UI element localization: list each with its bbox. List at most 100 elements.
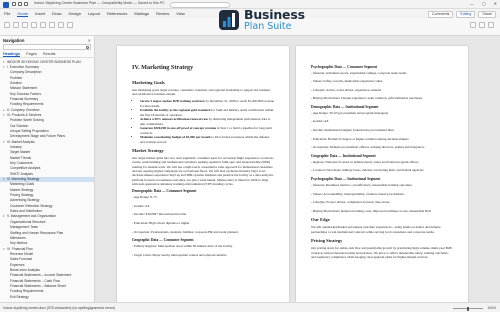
nav-heading-label: Market Trends bbox=[10, 155, 32, 160]
data-line: - Occupation: Defense procurement office… bbox=[311, 145, 425, 150]
autosave-icon[interactable] bbox=[12, 2, 16, 6]
comments-button[interactable]: Comments bbox=[428, 10, 454, 18]
font-color-icon[interactable] bbox=[40, 22, 46, 28]
nav-heading-label: Exit Strategy bbox=[10, 294, 29, 299]
tab-file[interactable]: File bbox=[4, 11, 10, 17]
inst-geographic-list: - Regions: National; focused on defense-… bbox=[311, 160, 453, 173]
section-heading: IV. Marketing Strategy bbox=[132, 64, 194, 71]
nav-heading-label: Unique Selling Proposition bbox=[10, 128, 49, 133]
data-line: - Location: Near major military bases, d… bbox=[311, 168, 424, 173]
nav-heading-label: INDOOR SKYDIVING CENTER BUSINESS PLAN bbox=[7, 59, 81, 64]
document-page-2[interactable]: Psychographic Data — Consumer Segment - … bbox=[296, 46, 468, 302]
edge-heading: Our Edge bbox=[311, 217, 330, 223]
pricing-text: Our pricing starts for stable cash flow … bbox=[311, 246, 452, 260]
align-icon[interactable] bbox=[67, 22, 73, 28]
data-line: - Age Range: 30–65 (procurement and prog… bbox=[311, 110, 389, 115]
nav-heading-label: Competitive Analysis bbox=[10, 166, 41, 171]
tab-home[interactable]: Home bbox=[17, 11, 29, 17]
data-line: - Education: Bachelor's degree or higher… bbox=[311, 136, 409, 141]
maximize-button[interactable]: ▢ bbox=[482, 1, 486, 6]
zoom-knob[interactable] bbox=[467, 306, 469, 311]
goals-heading: Marketing Goals bbox=[132, 80, 165, 85]
data-line: - Lifestyle: Project-driven, compliance-… bbox=[311, 200, 390, 205]
tab-draw[interactable]: Draw bbox=[52, 11, 61, 17]
underline-icon[interactable] bbox=[31, 22, 37, 28]
nav-heading-label: Funding Requirements bbox=[10, 289, 44, 294]
data-line: - Buying Motivations: Unique experience,… bbox=[311, 96, 423, 101]
data-line: - Gender: All bbox=[132, 203, 150, 208]
nav-heading-label: Development Stage and Future Plans bbox=[10, 134, 65, 139]
tab-layout[interactable]: Layout bbox=[88, 11, 100, 17]
document-page-1[interactable]: IV. Marketing Strategy Marketing Goals O… bbox=[117, 46, 289, 302]
zoom-level: 100% bbox=[487, 305, 496, 310]
editing-mode-button[interactable]: Editing bbox=[456, 10, 476, 18]
goal-bullet: Secure 3 major anchor B2B training contr… bbox=[140, 99, 274, 108]
goal-bullet: Achieve a 90% annual certification renew… bbox=[140, 117, 274, 126]
inst-demographic-list: - Age Range: 30–65 (procurement and prog… bbox=[311, 111, 453, 150]
data-line: - Interests: Adventure sports, experient… bbox=[311, 70, 407, 75]
tab-review[interactable]: Review bbox=[156, 11, 169, 17]
nav-heading-label: Advertising Strategy bbox=[10, 198, 40, 203]
nav-heading-item[interactable]: Exit Strategy bbox=[0, 295, 94, 300]
save-icon[interactable] bbox=[18, 2, 22, 6]
nav-heading-label: Problem Worth Solving bbox=[10, 118, 44, 123]
tab-design[interactable]: Design bbox=[68, 11, 80, 17]
minimize-button[interactable]: — bbox=[470, 1, 474, 6]
nav-heading-label: IV. Marketing Strategy bbox=[7, 177, 40, 182]
nav-heading-label: Financial Statements – Income Statement bbox=[10, 273, 72, 278]
data-line: - Target Cities: Major nearby metropolit… bbox=[132, 252, 227, 257]
nav-heading-label: Target Market bbox=[10, 150, 31, 155]
nav-heading-label: VI. Financial Plan bbox=[7, 246, 33, 251]
nav-heading-label: Key Metrics bbox=[10, 241, 28, 246]
heading-list: ▾ INDOOR SKYDIVING CENTER BUSINESS PLAN ▾ I… bbox=[0, 58, 94, 300]
tab-pages[interactable]: Pages bbox=[26, 52, 37, 57]
psychographic-heading: Psychographic Data — Consumer Segment bbox=[311, 64, 378, 69]
editor-icon[interactable] bbox=[488, 22, 494, 28]
data-line: - Lifestyle: Active, event-driven, exper… bbox=[311, 87, 382, 92]
numbering-icon[interactable] bbox=[58, 22, 64, 28]
share-button[interactable]: Share bbox=[478, 10, 496, 18]
tab-references[interactable]: References bbox=[107, 11, 127, 17]
inst-psychographic-heading: Psychographic Data — Institutional Segme… bbox=[311, 177, 381, 182]
data-line: - Interests: Readiness metrics, cost-eff… bbox=[311, 183, 412, 188]
nav-heading-label: Financial Summary bbox=[10, 96, 39, 101]
tab-headings[interactable]: Headings bbox=[3, 52, 21, 57]
nav-heading-label: Sales Forecast bbox=[10, 257, 32, 262]
nav-heading-label: Break-even Analysis bbox=[10, 267, 40, 272]
italic-icon[interactable] bbox=[22, 22, 28, 28]
nav-heading-label: Key Success Factors bbox=[10, 91, 41, 96]
logo-mark-icon bbox=[219, 10, 239, 30]
nav-heading-label: Marketing Goals bbox=[10, 182, 35, 187]
bold-icon[interactable] bbox=[13, 22, 19, 28]
nav-heading-label: Solution bbox=[10, 80, 22, 85]
find-icon[interactable] bbox=[470, 22, 476, 28]
demographic-list: - Age Range: 8–75 - Gender: All - Income: … bbox=[132, 195, 274, 234]
pricing-heading: Pricing Strategy bbox=[311, 238, 343, 244]
inst-geographic-heading: Geographic Data — Institutional Segment bbox=[311, 153, 376, 158]
tab-results[interactable]: Results bbox=[43, 52, 56, 57]
paste-icon[interactable] bbox=[4, 22, 10, 28]
nav-heading-label: Problem bbox=[10, 75, 23, 80]
logo-line-2: Plan Suite bbox=[244, 20, 292, 32]
close-icon[interactable]: ✕ bbox=[88, 38, 91, 43]
inst-demographic-heading: Demographic Data — Institutional Segment bbox=[311, 104, 379, 109]
undo-icon[interactable] bbox=[24, 2, 28, 6]
zoom-slider[interactable] bbox=[453, 306, 484, 311]
goals-intro: Our marketing goals target revenue, cust… bbox=[132, 88, 271, 97]
nav-heading-label: Our Solution bbox=[10, 123, 29, 128]
dictate-icon[interactable] bbox=[479, 22, 485, 28]
nav-heading-label: I. Executive Summary bbox=[7, 64, 40, 69]
goal-bullet: Establish the facility as the regional g… bbox=[140, 108, 274, 117]
bullets-icon[interactable] bbox=[49, 22, 55, 28]
search-icon bbox=[85, 46, 89, 50]
nav-heading-label: Funding Requirements bbox=[10, 102, 44, 107]
navigation-pane: Navigation ✕ Headings Pages Results ▾ IND… bbox=[0, 36, 95, 302]
nav-search-input[interactable] bbox=[3, 44, 91, 50]
nav-heading-label: Key Customers bbox=[10, 161, 33, 166]
nav-heading-label: Market Strategy bbox=[10, 187, 34, 192]
tab-view[interactable]: View bbox=[176, 11, 185, 17]
nav-heading-label: Financial Statements – Cash Flow bbox=[10, 278, 61, 283]
tab-mailings[interactable]: Mailings bbox=[134, 11, 149, 17]
close-button[interactable]: ✕ bbox=[494, 1, 497, 6]
tab-insert[interactable]: Insert bbox=[35, 11, 45, 17]
